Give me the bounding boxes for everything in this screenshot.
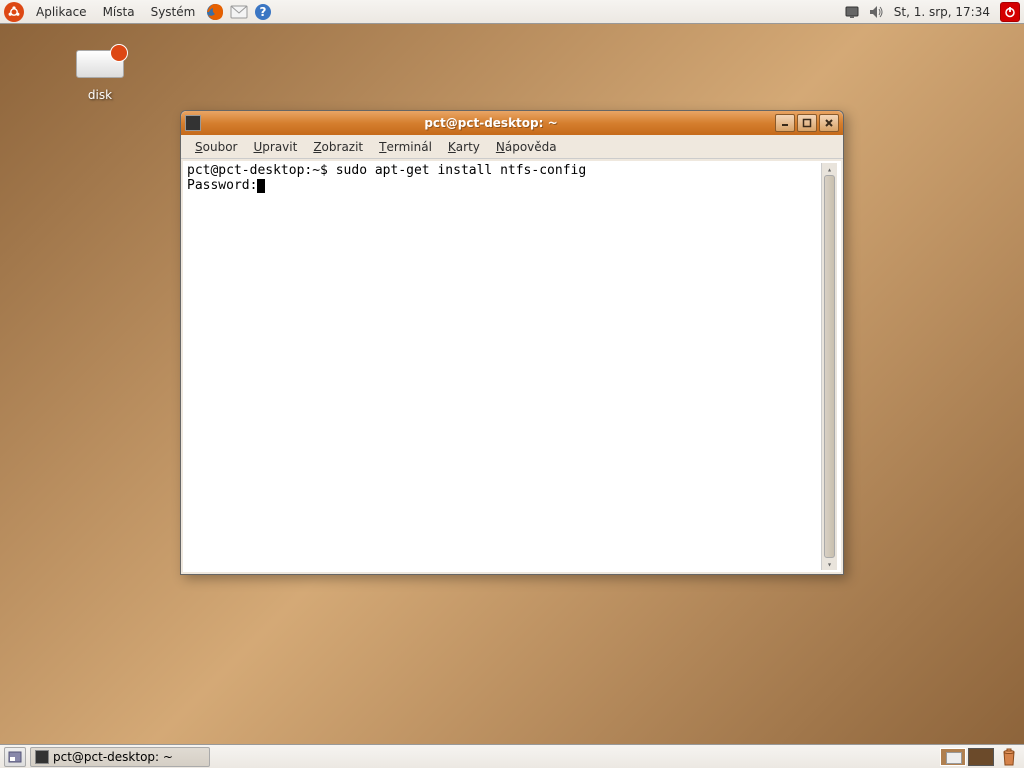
terminal-window: pct@pct-desktop: ~ Soubor Upravit Zobraz… xyxy=(180,110,844,575)
menu-places[interactable]: Místa xyxy=(95,0,143,23)
taskbar-label: pct@pct-desktop: ~ xyxy=(53,750,173,764)
menu-system[interactable]: Systém xyxy=(143,0,204,23)
mail-icon[interactable] xyxy=(228,1,250,23)
scroll-up-icon[interactable]: ▴ xyxy=(822,163,837,175)
terminal-icon xyxy=(35,750,49,764)
help-icon[interactable]: ? xyxy=(252,1,274,23)
maximize-button[interactable] xyxy=(797,114,817,132)
workspace-switcher xyxy=(940,748,994,766)
menu-file[interactable]: Soubor xyxy=(187,135,245,158)
minimize-button[interactable] xyxy=(775,114,795,132)
taskbar-terminal-button[interactable]: pct@pct-desktop: ~ xyxy=(30,747,210,767)
terminal-output: pct@pct-desktop:~$ sudo apt-get install … xyxy=(187,163,821,570)
menu-view[interactable]: Zobrazit xyxy=(305,135,371,158)
bottom-panel: pct@pct-desktop: ~ xyxy=(0,744,1024,768)
cursor-icon xyxy=(257,179,265,193)
ubuntu-logo-icon[interactable] xyxy=(4,2,24,22)
terminal-scrollbar[interactable]: ▴ ▾ xyxy=(821,163,837,570)
terminal-menubar: Soubor Upravit Zobrazit Terminál Karty N… xyxy=(181,135,843,159)
network-icon[interactable] xyxy=(841,1,863,23)
terminal-body[interactable]: pct@pct-desktop:~$ sudo apt-get install … xyxy=(183,161,841,572)
menu-help[interactable]: Nápověda xyxy=(488,135,565,158)
scroll-thumb[interactable] xyxy=(824,175,835,558)
menu-edit[interactable]: Upravit xyxy=(245,135,305,158)
clock[interactable]: St, 1. srp, 17:34 xyxy=(888,5,996,19)
firefox-icon[interactable] xyxy=(204,1,226,23)
menu-tabs[interactable]: Karty xyxy=(440,135,488,158)
desktop-icon-label: disk xyxy=(60,88,140,102)
desktop-icon-disk[interactable]: disk xyxy=(60,50,140,102)
workspace-2[interactable] xyxy=(968,748,994,766)
scroll-down-icon[interactable]: ▾ xyxy=(822,558,837,570)
shutdown-button[interactable] xyxy=(1000,2,1020,22)
window-titlebar[interactable]: pct@pct-desktop: ~ xyxy=(181,111,843,135)
terminal-icon xyxy=(185,115,201,131)
disk-drive-icon xyxy=(76,50,124,84)
volume-icon[interactable] xyxy=(865,1,887,23)
show-desktop-button[interactable] xyxy=(4,747,26,767)
workspace-1[interactable] xyxy=(940,748,966,766)
top-panel: Aplikace Místa Systém ? St, 1. srp, 17:3… xyxy=(0,0,1024,24)
trash-icon[interactable] xyxy=(998,746,1020,768)
menu-terminal[interactable]: Terminál xyxy=(371,135,440,158)
window-title: pct@pct-desktop: ~ xyxy=(207,116,775,130)
menu-applications[interactable]: Aplikace xyxy=(28,0,95,23)
close-button[interactable] xyxy=(819,114,839,132)
svg-text:?: ? xyxy=(260,5,267,19)
